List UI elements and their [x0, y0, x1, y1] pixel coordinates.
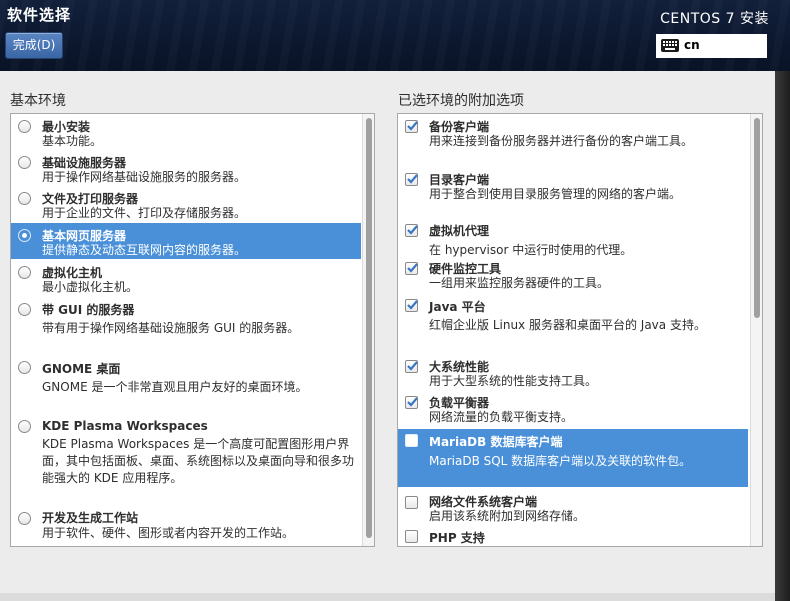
done-button[interactable]: 完成(D) — [5, 32, 63, 59]
environment-desc: 带有用于操作网络基础设施服务 GUI 的服务器。 — [42, 321, 300, 335]
addon-title: 虚拟机代理 — [429, 224, 490, 238]
checkbox-unchecked[interactable] — [405, 530, 418, 543]
environment-item-dev-workstation[interactable]: 开发及生成工作站 用于软件、硬件、图形或者内容开发的工作站。 — [11, 507, 361, 545]
header-bar: 软件选择 完成(D) CENTOS 7 安装 cn — [0, 0, 790, 71]
environment-list[interactable]: 最小安装 基本功能。 基础设施服务器 用于操作网络基础设施服务的服务器。 文件及… — [10, 113, 375, 547]
addon-item-load-balancer[interactable]: 负载平衡器 网络流量的负载平衡支持。 — [398, 392, 748, 428]
addon-desc: 用来连接到备份服务器并进行备份的客户端工具。 — [429, 134, 694, 148]
checkbox-checked[interactable] — [405, 224, 418, 237]
checkbox-checked[interactable] — [405, 173, 418, 186]
addon-title: Java 平台 — [429, 300, 486, 314]
radio-button[interactable] — [18, 192, 31, 205]
environment-desc: KDE Plasma Workspaces 是一个高度可配置图形用户界面，其中包… — [42, 437, 355, 485]
environment-desc: 基本功能。 — [42, 134, 103, 148]
checkbox-checked[interactable] — [405, 360, 418, 373]
addon-item-backup-client[interactable]: 备份客户端 用来连接到备份服务器并进行备份的客户端工具。 — [398, 114, 748, 154]
window-edge — [775, 71, 790, 601]
environment-item-web-server[interactable]: 基本网页服务器 提供静态及动态互联网内容的服务器。 — [11, 223, 361, 259]
keyboard-layout-label: cn — [684, 38, 700, 52]
radio-button[interactable] — [18, 156, 31, 169]
addon-desc: 一组用来监控服务器硬件的工具。 — [429, 276, 610, 290]
checkbox-unchecked[interactable] — [405, 496, 418, 509]
radio-button-selected[interactable] — [18, 229, 31, 242]
environment-title: 开发及生成工作站 — [42, 511, 139, 525]
addon-desc: 启用该系统附加到网络存储。 — [429, 509, 586, 523]
addon-item-mariadb-client[interactable]: MariaDB 数据库客户端 MariaDB SQL 数据库客户端以及关联的软件… — [398, 429, 748, 487]
addon-desc: 网络流量的负载平衡支持。 — [429, 410, 574, 424]
addon-desc: MariaDB SQL 数据库客户端以及关联的软件包。 — [429, 454, 692, 468]
addon-item-vm-agent[interactable]: 虚拟机代理 在 hypervisor 中运行时使用的代理。 — [398, 220, 748, 258]
check-icon — [407, 121, 418, 131]
scrollbar-thumb[interactable] — [366, 118, 372, 538]
checkbox-checked[interactable] — [405, 396, 418, 409]
check-icon — [407, 225, 418, 235]
addon-desc: 在 hypervisor 中运行时使用的代理。 — [429, 243, 633, 257]
addon-title: PHP 支持 — [429, 531, 485, 545]
radio-button[interactable] — [18, 512, 31, 525]
environment-desc: 用于操作网络基础设施服务的服务器。 — [42, 170, 247, 184]
environment-item-server-gui[interactable]: 带 GUI 的服务器 带有用于操作网络基础设施服务 GUI 的服务器。 — [11, 298, 361, 352]
keyboard-layout-indicator[interactable]: cn — [656, 34, 767, 58]
environment-item-gnome[interactable]: GNOME 桌面 GNOME 是一个非常直观且用户友好的桌面环境。 — [11, 358, 361, 414]
check-icon — [407, 174, 418, 184]
check-icon — [407, 361, 418, 371]
addon-item-java-platform[interactable]: Java 平台 红帽企业版 Linux 服务器和桌面平台的 Java 支持。 — [398, 296, 748, 336]
environment-desc: 用于企业的文件、打印及存储服务器。 — [42, 206, 247, 220]
addon-desc: 用于大型系统的性能支持工具。 — [429, 374, 598, 388]
checkbox-checked[interactable] — [405, 262, 418, 275]
addon-scrollbar[interactable] — [750, 114, 762, 546]
addon-desc: 用于整合到使用目录服务管理的网络的客户端。 — [429, 187, 682, 201]
environment-title: GNOME 桌面 — [42, 362, 121, 376]
environment-scrollbar[interactable] — [362, 114, 374, 546]
environment-desc: GNOME 是一个非常直观且用户友好的桌面环境。 — [42, 380, 308, 394]
environment-item-virtualization[interactable]: 虚拟化主机 最小虚拟化主机。 — [11, 260, 361, 296]
keyboard-icon — [661, 39, 679, 52]
environment-desc: 最小虚拟化主机。 — [42, 280, 139, 294]
checkbox-checked[interactable] — [405, 299, 418, 312]
environment-item-file-print[interactable]: 文件及打印服务器 用于企业的文件、打印及存储服务器。 — [11, 186, 361, 222]
environment-title: 带 GUI 的服务器 — [42, 303, 135, 317]
addon-item-directory-client[interactable]: 目录客户端 用于整合到使用目录服务管理的网络的客户端。 — [398, 168, 748, 206]
product-title: CENTOS 7 安装 — [660, 11, 769, 27]
addon-item-nfs-client[interactable]: 网络文件系统客户端 启用该系统附加到网络存储。 — [398, 490, 748, 526]
checkbox-unchecked[interactable] — [405, 434, 418, 447]
addon-item-large-systems[interactable]: 大系统性能 用于大型系统的性能支持工具。 — [398, 356, 748, 392]
radio-button[interactable] — [18, 266, 31, 279]
checkbox-checked[interactable] — [405, 120, 418, 133]
check-icon — [407, 397, 418, 407]
radio-button[interactable] — [18, 361, 31, 374]
scrollbar-thumb[interactable] — [754, 118, 760, 318]
radio-button[interactable] — [18, 303, 31, 316]
check-icon — [407, 300, 418, 310]
environment-item-minimal[interactable]: 最小安装 基本功能。 — [11, 114, 361, 150]
addon-title: MariaDB 数据库客户端 — [429, 435, 563, 449]
radio-button[interactable] — [18, 120, 31, 133]
environment-item-infrastructure[interactable]: 基础设施服务器 用于操作网络基础设施服务的服务器。 — [11, 150, 361, 186]
bottom-bar — [0, 593, 775, 601]
environment-title: KDE Plasma Workspaces — [42, 419, 208, 433]
addon-list[interactable]: 备份客户端 用来连接到备份服务器并进行备份的客户端工具。 目录客户端 用于整合到… — [397, 113, 763, 547]
addon-desc: 红帽企业版 Linux 服务器和桌面平台的 Java 支持。 — [429, 318, 706, 332]
addon-item-php-support[interactable]: PHP 支持 — [398, 528, 748, 546]
environment-item-kde[interactable]: KDE Plasma Workspaces KDE Plasma Workspa… — [11, 416, 361, 506]
addons-title: 已选环境的附加选项 — [398, 93, 524, 109]
base-environment-title: 基本环境 — [10, 93, 66, 109]
page-title: 软件选择 — [7, 6, 72, 24]
environment-desc: 提供静态及动态互联网内容的服务器。 — [42, 243, 247, 257]
addon-item-hardware-monitoring[interactable]: 硬件监控工具 一组用来监控服务器硬件的工具。 — [398, 260, 748, 296]
radio-button[interactable] — [18, 420, 31, 433]
environment-desc: 用于软件、硬件、图形或者内容开发的工作站。 — [42, 526, 295, 540]
check-icon — [407, 263, 418, 273]
